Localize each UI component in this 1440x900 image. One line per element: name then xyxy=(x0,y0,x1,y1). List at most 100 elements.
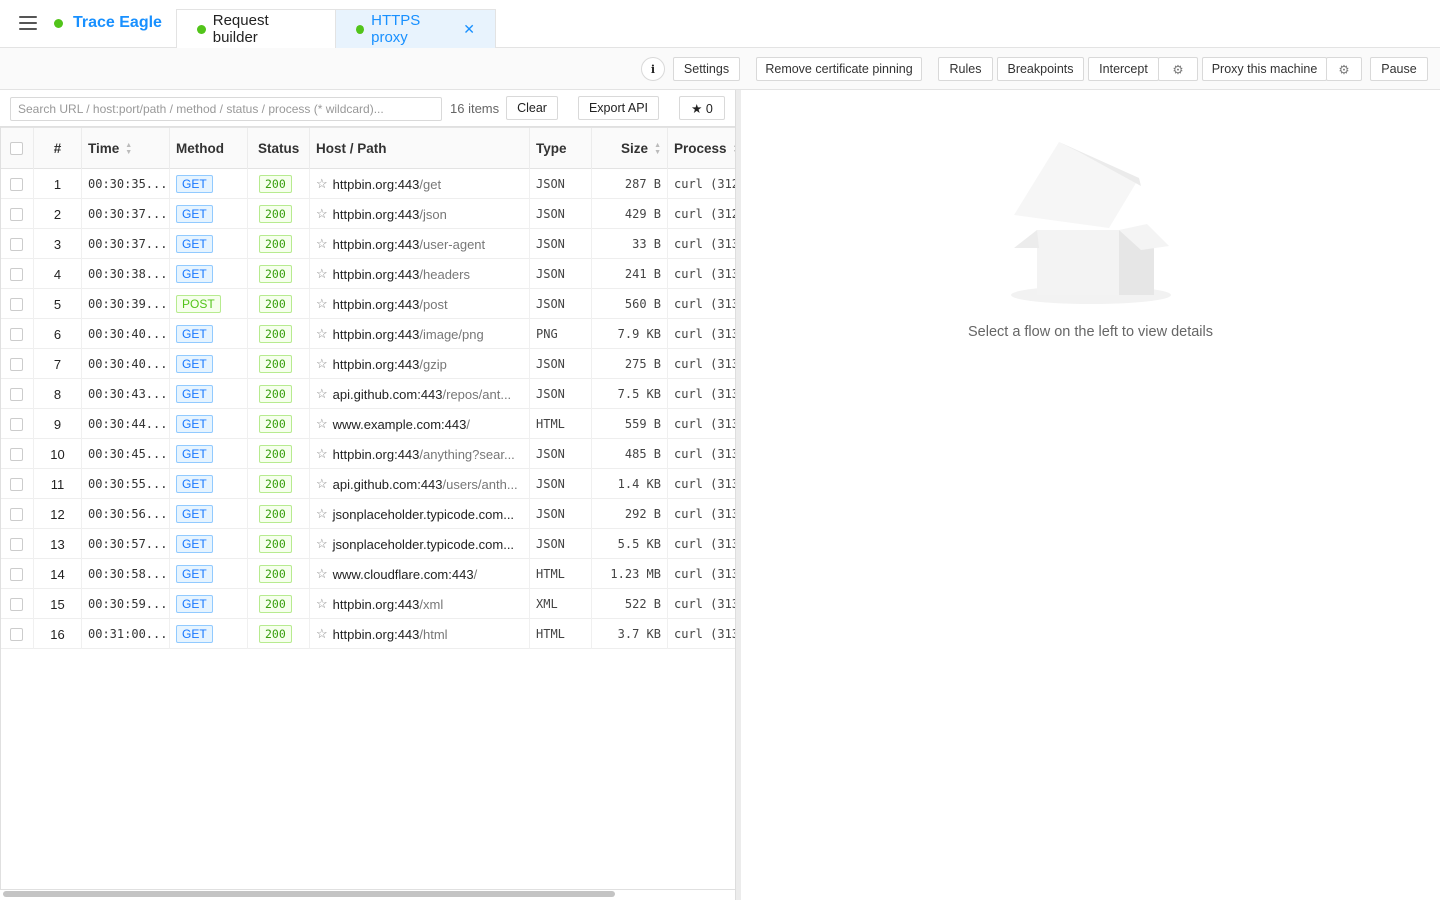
search-input[interactable]: Search URL / host:port/path / method / s… xyxy=(10,97,442,121)
row-checkbox[interactable] xyxy=(1,289,34,319)
path-text: /anything?sear... xyxy=(419,446,515,462)
pause-button[interactable]: Pause xyxy=(1370,57,1428,81)
row-checkbox[interactable] xyxy=(1,379,34,409)
checkbox[interactable] xyxy=(10,417,23,431)
method-badge: GET xyxy=(176,445,213,463)
starred-filter-button[interactable]: ★ 0 xyxy=(679,96,725,120)
table-row[interactable]: 11 00:30:55.... GET 200 ☆ api.github.com:443/… xyxy=(1,469,736,499)
star-icon[interactable]: ☆ xyxy=(316,326,328,342)
checkbox[interactable] xyxy=(10,297,23,311)
checkbox[interactable] xyxy=(10,267,23,281)
checkbox[interactable] xyxy=(10,207,23,221)
sort-icon[interactable]: ▲▼ xyxy=(125,142,132,156)
rules-button[interactable]: Rules xyxy=(938,57,993,81)
table-row[interactable]: 13 00:30:57.... GET 200 ☆ jsonplaceholder.typ… xyxy=(1,529,736,559)
column-header-time[interactable]: Time ▲ ▼ xyxy=(82,128,170,169)
checkbox[interactable] xyxy=(10,177,23,191)
table-row[interactable]: 16 00:31:00.... GET 200 ☆ httpbin.org:443/htm… xyxy=(1,619,736,649)
row-checkbox[interactable] xyxy=(1,229,34,259)
cell-size: 287 B xyxy=(592,169,668,199)
column-header-process[interactable]: Process▲▼ xyxy=(668,128,736,169)
star-icon[interactable]: ☆ xyxy=(316,266,328,282)
star-icon[interactable]: ☆ xyxy=(316,176,328,192)
star-icon[interactable]: ☆ xyxy=(316,416,328,432)
close-icon[interactable]: ✕ xyxy=(463,21,475,38)
row-checkbox[interactable] xyxy=(1,169,34,199)
star-icon[interactable]: ☆ xyxy=(316,506,328,522)
checkbox[interactable] xyxy=(10,537,23,551)
cell-time: 00:30:40.... xyxy=(82,349,170,379)
table-row[interactable]: 12 00:30:56.... GET 200 ☆ jsonplaceholder.typ… xyxy=(1,499,736,529)
star-icon[interactable]: ☆ xyxy=(316,236,328,252)
star-icon[interactable]: ☆ xyxy=(316,566,328,582)
checkbox[interactable] xyxy=(10,327,23,341)
sort-icon[interactable]: ▲▼ xyxy=(654,142,661,156)
row-checkbox[interactable] xyxy=(1,619,34,649)
cell-status: 200 xyxy=(248,379,310,409)
star-icon[interactable]: ☆ xyxy=(316,536,328,552)
settings-button[interactable]: Settings xyxy=(673,57,740,81)
star-icon[interactable]: ☆ xyxy=(316,596,328,612)
checkbox[interactable] xyxy=(10,387,23,401)
table-row[interactable]: 14 00:30:58.... GET 200 ☆ www.cloudflare.com:… xyxy=(1,559,736,589)
star-icon[interactable]: ☆ xyxy=(316,476,328,492)
clear-button[interactable]: Clear xyxy=(506,96,558,120)
star-icon[interactable]: ☆ xyxy=(316,356,328,372)
table-row[interactable]: 3 00:30:37.... GET 200 ☆ httpbin.org:443/user… xyxy=(1,229,736,259)
path-text: /post xyxy=(419,296,448,312)
table-row[interactable]: 2 00:30:37.... GET 200 ☆ httpbin.org:443/json… xyxy=(1,199,736,229)
proxy-settings-gear-icon[interactable]: ⚙ xyxy=(1326,57,1362,81)
column-header-size[interactable]: Size ▲ ▼ xyxy=(592,128,668,169)
row-checkbox[interactable] xyxy=(1,259,34,289)
table-row[interactable]: 9 00:30:44.... GET 200 ☆ www.example.com:443/… xyxy=(1,409,736,439)
cell-host-path: ☆ httpbin.org:443/image/png xyxy=(310,319,530,349)
table-row[interactable]: 15 00:30:59.... GET 200 ☆ httpbin.org:443/xml… xyxy=(1,589,736,619)
star-icon[interactable]: ☆ xyxy=(316,446,328,462)
table-row[interactable]: 5 00:30:39.... POST 200 ☆ httpbin.org:443/pos… xyxy=(1,289,736,319)
row-checkbox[interactable] xyxy=(1,439,34,469)
star-icon[interactable]: ☆ xyxy=(316,206,328,222)
row-checkbox[interactable] xyxy=(1,559,34,589)
tab-request-builder[interactable]: Request builder xyxy=(176,9,336,48)
select-all-checkbox[interactable] xyxy=(1,128,34,169)
row-checkbox[interactable] xyxy=(1,409,34,439)
export-api-button[interactable]: Export API xyxy=(578,96,659,120)
cell-method: GET xyxy=(170,349,248,379)
proxy-this-machine-button[interactable]: Proxy this machine xyxy=(1202,57,1327,81)
checkbox[interactable] xyxy=(10,507,23,521)
intercept-settings-gear-icon[interactable]: ⚙ xyxy=(1158,57,1198,81)
row-checkbox[interactable] xyxy=(1,589,34,619)
row-checkbox[interactable] xyxy=(1,349,34,379)
checkbox[interactable] xyxy=(10,627,23,641)
status-badge: 200 xyxy=(259,175,292,193)
remove-certificate-pinning-button[interactable]: Remove certificate pinning xyxy=(756,57,922,81)
tab-https-proxy[interactable]: HTTPS proxy ✕ xyxy=(335,9,496,48)
info-icon[interactable]: i xyxy=(641,57,665,81)
row-checkbox[interactable] xyxy=(1,319,34,349)
row-checkbox[interactable] xyxy=(1,199,34,229)
cell-size: 1.4 KB xyxy=(592,469,668,499)
table-row[interactable]: 10 00:30:45.... GET 200 ☆ httpbin.org:443/any… xyxy=(1,439,736,469)
star-icon[interactable]: ☆ xyxy=(316,626,328,642)
intercept-button[interactable]: Intercept xyxy=(1088,57,1159,81)
checkbox[interactable] xyxy=(10,477,23,491)
row-checkbox[interactable] xyxy=(1,499,34,529)
checkbox[interactable] xyxy=(10,357,23,371)
row-checkbox[interactable] xyxy=(1,529,34,559)
row-checkbox[interactable] xyxy=(1,469,34,499)
checkbox[interactable] xyxy=(10,597,23,611)
table-row[interactable]: 4 00:30:38.... GET 200 ☆ httpbin.org:443/head… xyxy=(1,259,736,289)
star-icon[interactable]: ☆ xyxy=(316,386,328,402)
checkbox[interactable] xyxy=(10,237,23,251)
horizontal-scrollbar[interactable] xyxy=(3,891,615,897)
table-row[interactable]: 1 00:30:35.... GET 200 ☆ httpbin.org:443/get J… xyxy=(1,169,736,199)
table-row[interactable]: 7 00:30:40.... GET 200 ☆ httpbin.org:443/gzip… xyxy=(1,349,736,379)
menu-icon[interactable] xyxy=(19,16,37,30)
table-row[interactable]: 8 00:30:43.... GET 200 ☆ api.github.com:443/r… xyxy=(1,379,736,409)
star-icon[interactable]: ☆ xyxy=(316,296,328,312)
table-row[interactable]: 6 00:30:40.... GET 200 ☆ httpbin.org:443/imag… xyxy=(1,319,736,349)
status-badge: 200 xyxy=(259,325,292,343)
checkbox[interactable] xyxy=(10,567,23,581)
breakpoints-button[interactable]: Breakpoints xyxy=(997,57,1084,81)
checkbox[interactable] xyxy=(10,447,23,461)
